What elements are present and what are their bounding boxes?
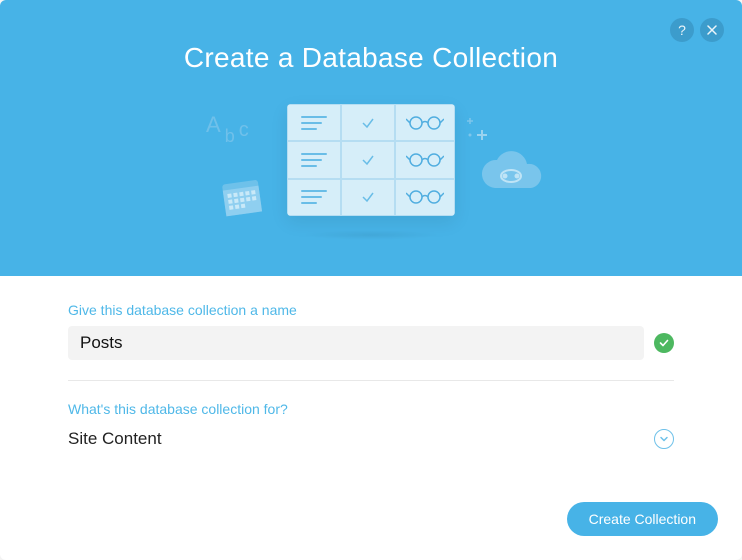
purpose-value: Site Content <box>68 429 162 449</box>
purpose-field-group: What's this database collection for? Sit… <box>68 401 674 473</box>
header-illustration: Abc <box>0 104 742 284</box>
help-icon: ? <box>678 22 686 38</box>
modal-header: ? Create a Database Collection Abc <box>0 0 742 276</box>
cloud-icon <box>475 150 547 203</box>
purpose-label: What's this database collection for? <box>68 401 674 417</box>
modal-footer: Create Collection <box>0 502 742 560</box>
name-label: Give this database collection a name <box>68 302 674 318</box>
header-actions: ? <box>670 18 724 42</box>
table-illustration <box>287 104 455 216</box>
abc-decoration: Abc <box>206 116 249 142</box>
chevron-down-icon <box>654 429 674 449</box>
close-icon <box>707 22 717 38</box>
modal-title: Create a Database Collection <box>0 42 742 74</box>
create-collection-modal: ? Create a Database Collection Abc <box>0 0 742 560</box>
purpose-select[interactable]: Site Content <box>68 425 674 453</box>
close-button[interactable] <box>700 18 724 42</box>
calendar-icon <box>218 172 266 225</box>
collection-name-input[interactable] <box>68 326 644 360</box>
create-collection-button[interactable]: Create Collection <box>567 502 718 536</box>
table-shadow <box>301 230 441 240</box>
valid-check-icon <box>654 333 674 353</box>
divider <box>68 380 674 381</box>
plus-decoration <box>462 116 492 151</box>
modal-content: Give this database collection a name Wha… <box>0 276 742 502</box>
name-field-group: Give this database collection a name <box>68 302 674 380</box>
help-button[interactable]: ? <box>670 18 694 42</box>
